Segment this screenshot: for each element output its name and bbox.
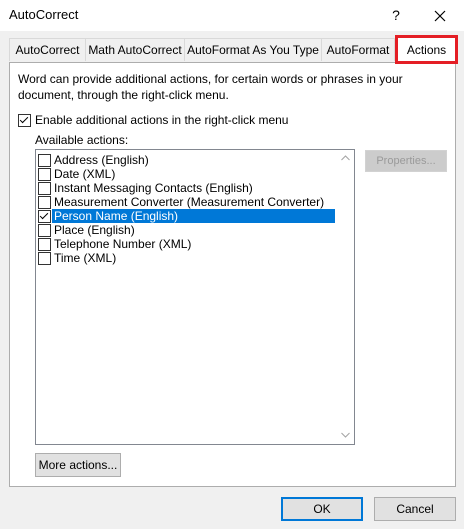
available-actions-label: Available actions:	[35, 133, 129, 147]
tab-autoformat[interactable]: AutoFormat	[321, 38, 395, 61]
ok-button[interactable]: OK	[281, 497, 363, 521]
close-button[interactable]	[427, 4, 453, 26]
action-item-telephone-number[interactable]: Telephone Number (XML)	[37, 237, 335, 251]
more-actions-button[interactable]: More actions...	[35, 453, 121, 477]
list-scrollbar[interactable]	[337, 150, 354, 444]
tab-autocorrect[interactable]: AutoCorrect	[9, 38, 86, 61]
cancel-button[interactable]: Cancel	[374, 497, 456, 521]
enable-actions-label: Enable additional actions in the right-c…	[35, 113, 289, 127]
title-bar: AutoCorrect ?	[0, 0, 464, 31]
action-label: Address (English)	[54, 153, 149, 167]
action-checkbox[interactable]	[38, 224, 51, 237]
action-checkbox[interactable]	[38, 238, 51, 251]
action-checkbox[interactable]	[38, 196, 51, 209]
tab-math-autocorrect[interactable]: Math AutoCorrect	[85, 38, 185, 61]
available-actions-list[interactable]: Address (English) Date (XML) Instant Mes…	[35, 149, 355, 445]
close-icon	[434, 10, 446, 22]
scroll-down-icon[interactable]	[337, 427, 354, 444]
action-checkbox[interactable]	[38, 210, 51, 223]
action-item-person-name[interactable]: Person Name (English)	[37, 209, 335, 223]
tab-actions[interactable]: Actions	[397, 36, 456, 63]
tab-autoformat-as-you-type[interactable]: AutoFormat As You Type	[184, 38, 322, 61]
action-checkbox[interactable]	[38, 168, 51, 181]
action-label: Instant Messaging Contacts (English)	[54, 181, 253, 195]
action-checkbox[interactable]	[38, 252, 51, 265]
action-item-measurement-converter[interactable]: Measurement Converter (Measurement Conve…	[37, 195, 335, 209]
action-item-instant-messaging[interactable]: Instant Messaging Contacts (English)	[37, 181, 335, 195]
action-item-time[interactable]: Time (XML)	[37, 251, 335, 265]
action-item-address[interactable]: Address (English)	[37, 153, 335, 167]
action-label: Date (XML)	[54, 167, 116, 181]
action-checkbox[interactable]	[38, 182, 51, 195]
scroll-up-icon[interactable]	[337, 150, 354, 167]
actions-description: Word can provide additional actions, for…	[18, 72, 403, 102]
properties-button[interactable]: Properties...	[365, 150, 447, 172]
action-label: Time (XML)	[54, 251, 117, 265]
action-item-date[interactable]: Date (XML)	[37, 167, 335, 181]
action-item-place[interactable]: Place (English)	[37, 223, 335, 237]
help-button[interactable]: ?	[384, 4, 408, 26]
enable-actions-check[interactable]	[18, 114, 31, 127]
window-title: AutoCorrect	[9, 7, 79, 22]
actions-panel: Word can provide additional actions, for…	[9, 62, 456, 487]
action-label: Telephone Number (XML)	[54, 237, 192, 251]
action-checkbox[interactable]	[38, 154, 51, 167]
action-label: Person Name (English)	[53, 209, 180, 223]
action-label: Place (English)	[54, 223, 135, 237]
action-label: Measurement Converter (Measurement Conve…	[54, 195, 325, 209]
